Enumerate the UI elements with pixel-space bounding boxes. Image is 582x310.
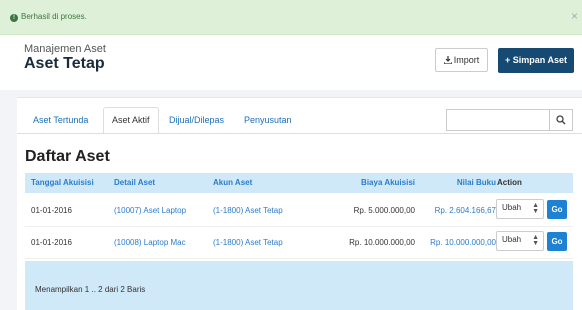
row-cost: Rp. 10.000.000,00 xyxy=(349,238,415,247)
action-select[interactable]: Ubah ▲ ▼ xyxy=(496,199,544,219)
search-input[interactable] xyxy=(446,109,550,131)
list-title: Daftar Aset xyxy=(25,148,110,165)
col-acquisition-cost: Biaya Akuisisi xyxy=(361,178,415,187)
assets-panel: Aset Tertunda Aset Aktif Dijual/Dilepas … xyxy=(17,97,582,310)
save-asset-button[interactable]: + Simpan Aset xyxy=(498,48,574,73)
page-subtitle: Manajemen Aset xyxy=(24,43,106,55)
row-book-value-link[interactable]: Rp. 10.000.000,00 xyxy=(430,227,496,258)
alert-message-wrap: ! Berhasil di proses. xyxy=(10,12,87,22)
row-account-link[interactable]: (1-1800) Aset Tetap xyxy=(213,227,283,258)
table-footer: Menampilkan 1 .. 2 dari 2 Baris xyxy=(25,261,573,310)
pagination-summary: Menampilkan 1 .. 2 dari 2 Baris xyxy=(35,285,146,294)
row-cost: Rp. 5.000.000,00 xyxy=(353,206,415,215)
go-button[interactable]: Go xyxy=(547,200,567,219)
page-header: Manajemen Aset Aset Tetap Import + Simpa… xyxy=(0,35,582,90)
action-select-value: Ubah xyxy=(502,203,522,212)
col-asset-detail: Detail Aset xyxy=(114,178,156,187)
success-alert: ! Berhasil di proses. × xyxy=(0,0,582,35)
tab-depreciation[interactable]: Penyusutan xyxy=(236,108,300,132)
select-arrows-icon: ▲ ▼ xyxy=(532,202,539,215)
alert-message: Berhasil di proses. xyxy=(21,12,87,21)
col-book-value: Nilai Buku xyxy=(456,178,496,187)
search-button[interactable] xyxy=(550,109,573,131)
col-asset-account: Akun Aset xyxy=(213,178,253,187)
import-button[interactable]: Import xyxy=(435,48,488,72)
table-header: Tanggal Akuisisi Detail Aset Akun Aset B… xyxy=(25,173,573,193)
row-detail-link[interactable]: (10007) Aset Laptop xyxy=(114,195,186,226)
action-select-value: Ubah xyxy=(502,235,522,244)
row-date: 01-01-2016 xyxy=(31,206,72,215)
col-action: Action xyxy=(497,178,522,187)
row-date: 01-01-2016 xyxy=(31,238,72,247)
action-select[interactable]: Ubah ▲ ▼ xyxy=(496,231,544,251)
go-button[interactable]: Go xyxy=(547,232,567,251)
close-icon[interactable]: × xyxy=(571,9,578,23)
import-label: Import xyxy=(453,55,480,65)
tab-pending-assets[interactable]: Aset Tertunda xyxy=(25,108,96,132)
tab-divider xyxy=(17,133,582,134)
page-title: Aset Tetap xyxy=(24,55,105,72)
table-row: 01-01-2016 (10008) Laptop Mac (1-1800) A… xyxy=(25,227,573,259)
search-icon xyxy=(556,115,566,125)
row-account-link[interactable]: (1-1800) Aset Tetap xyxy=(213,195,283,226)
info-icon: ! xyxy=(10,14,18,22)
row-book-value-link[interactable]: Rp. 2.604.166,67 xyxy=(435,195,496,226)
col-acquisition-date: Tanggal Akuisisi xyxy=(31,178,94,187)
tab-active-assets[interactable]: Aset Aktif xyxy=(103,107,159,134)
row-detail-link[interactable]: (10008) Laptop Mac xyxy=(114,227,186,258)
table-row: 01-01-2016 (10007) Aset Laptop (1-1800) … xyxy=(25,195,573,227)
tab-bar: Aset Tertunda Aset Aktif Dijual/Dilepas … xyxy=(17,98,582,134)
tab-sold-disposed[interactable]: Dijual/Dilepas xyxy=(161,108,232,132)
select-arrows-icon: ▲ ▼ xyxy=(532,234,539,247)
download-icon xyxy=(443,56,453,65)
